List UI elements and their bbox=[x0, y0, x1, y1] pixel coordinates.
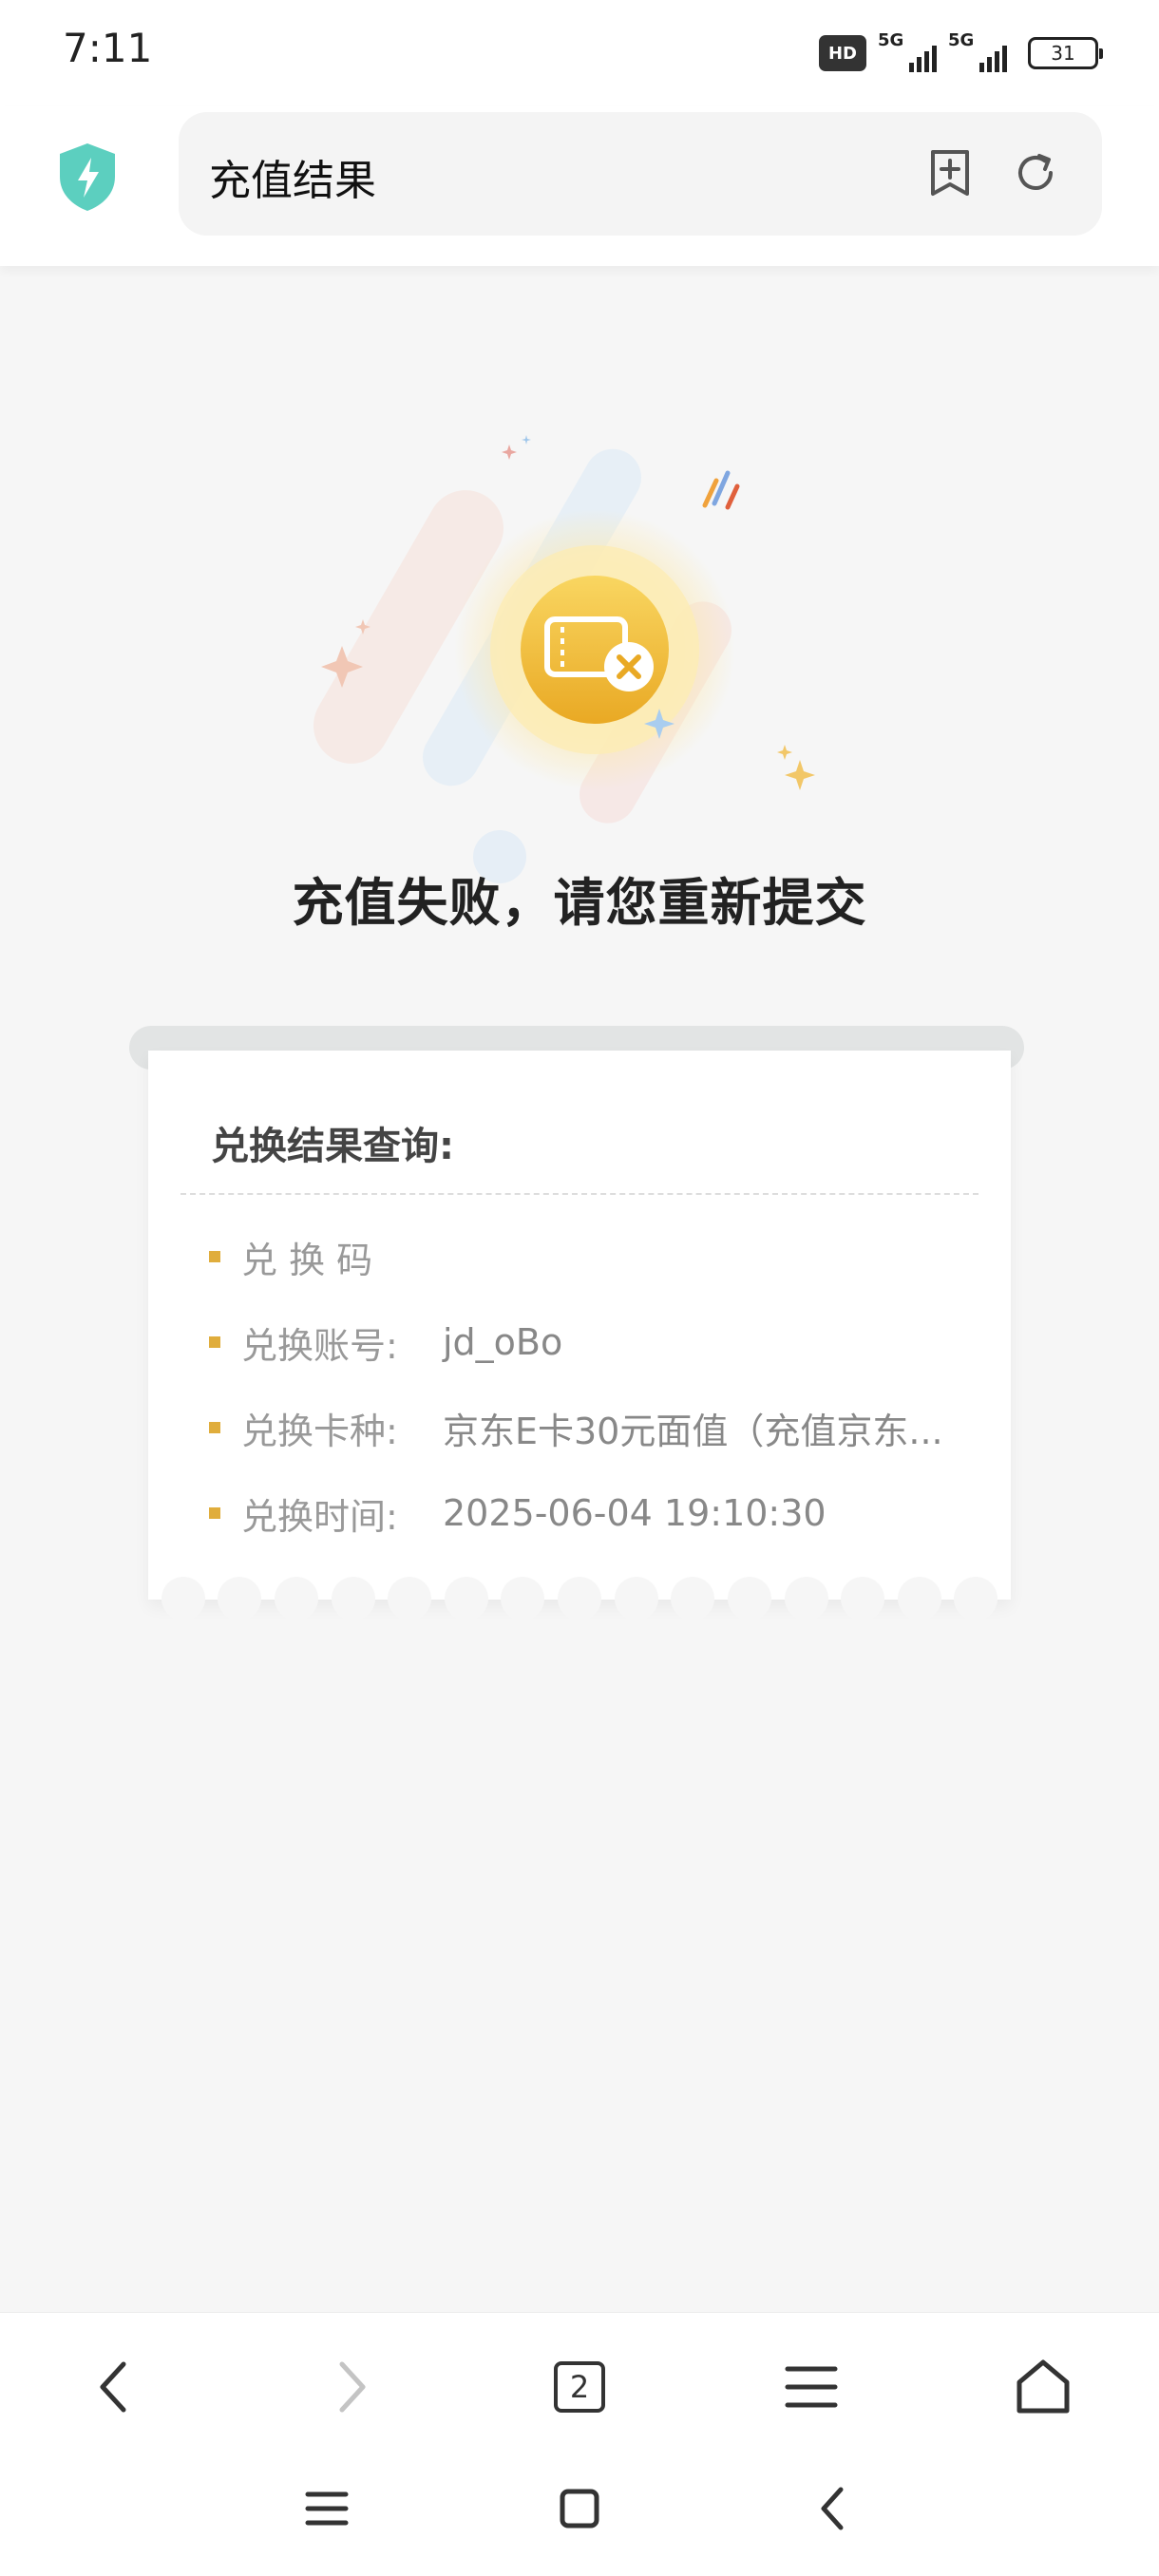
system-back-icon[interactable] bbox=[794, 2471, 870, 2547]
card-scallop-edge bbox=[148, 1577, 1011, 1622]
info-value: jd_oBo bbox=[443, 1321, 563, 1363]
browser-bottom-nav: 2 bbox=[0, 2312, 1159, 2576]
info-row-card-type: 兑换卡种: 京东E卡30元面值（充值京东... bbox=[209, 1404, 943, 1452]
tabs-count: 2 bbox=[554, 2361, 605, 2413]
bookmark-add-icon[interactable] bbox=[925, 148, 975, 198]
address-bar[interactable]: 充值结果 bbox=[179, 112, 1102, 236]
chevron-left-icon[interactable] bbox=[74, 2347, 154, 2427]
bullet-icon bbox=[209, 1251, 220, 1262]
ticket-failed-icon bbox=[314, 418, 846, 912]
info-label: 兑换卡种: bbox=[241, 1410, 398, 1452]
bullet-icon bbox=[209, 1422, 220, 1433]
status-icons: HD 5G 5G 31 bbox=[819, 30, 1103, 74]
tabs-button[interactable]: 2 bbox=[540, 2347, 619, 2427]
signal-2-icon: 5G bbox=[948, 30, 1007, 74]
refresh-icon[interactable] bbox=[1011, 148, 1060, 198]
info-row-time: 兑换时间: 2025-06-04 19:10:30 bbox=[209, 1489, 826, 1538]
page-title: 充值结果 bbox=[209, 157, 376, 205]
system-menu-icon[interactable] bbox=[289, 2471, 365, 2547]
card-title: 兑换结果查询: bbox=[211, 1125, 454, 1168]
info-label: 兑换账号: bbox=[241, 1324, 398, 1367]
info-label: 兑换时间: bbox=[241, 1495, 398, 1538]
battery-icon: 31 bbox=[1028, 37, 1103, 69]
info-row-code: 兑 换 码 bbox=[209, 1233, 443, 1281]
hd-voice-badge: HD bbox=[819, 35, 866, 71]
info-value: 2025-06-04 19:10:30 bbox=[443, 1492, 826, 1534]
home-icon[interactable] bbox=[1003, 2347, 1083, 2427]
chevron-right-icon[interactable] bbox=[312, 2347, 391, 2427]
battery-level: 31 bbox=[1051, 42, 1075, 65]
shield-bolt-icon[interactable] bbox=[55, 141, 120, 213]
result-title: 充值失败，请您重新提交 bbox=[292, 873, 867, 933]
browser-top-bar: 充值结果 bbox=[0, 106, 1159, 266]
system-home-icon[interactable] bbox=[542, 2471, 618, 2547]
card-divider bbox=[180, 1193, 978, 1195]
status-time: 7:11 bbox=[63, 25, 153, 71]
bullet-icon bbox=[209, 1507, 220, 1519]
network-type-1: 5G bbox=[878, 30, 904, 50]
info-row-account: 兑换账号: jd_oBo bbox=[209, 1318, 563, 1367]
info-label: 兑 换 码 bbox=[241, 1239, 373, 1281]
signal-1-icon: 5G bbox=[878, 30, 937, 74]
result-card: 兑换结果查询: 兑 换 码 兑换账号: jd_oBo 兑换卡种: 京东E卡30元… bbox=[148, 1051, 1011, 1620]
network-type-2: 5G bbox=[948, 30, 975, 50]
menu-icon[interactable] bbox=[771, 2347, 851, 2427]
bullet-icon bbox=[209, 1336, 220, 1348]
status-bar: 7:11 HD 5G 5G 31 bbox=[0, 0, 1159, 106]
info-value: 京东E卡30元面值（充值京东... bbox=[443, 1410, 943, 1452]
